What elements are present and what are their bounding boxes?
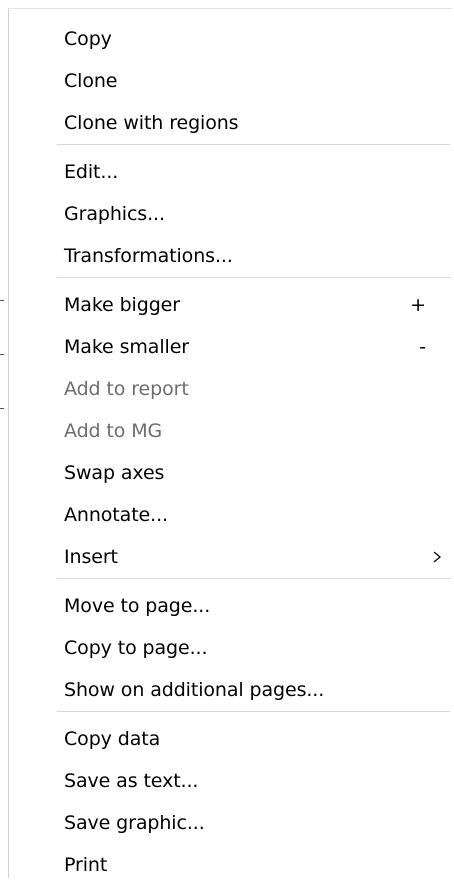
menu-item-transformations[interactable]: Transformations... bbox=[9, 239, 452, 273]
menu-separator bbox=[57, 277, 450, 278]
menu-item-swap-axes[interactable]: Swap axes bbox=[9, 456, 452, 490]
menu-item-make-smaller[interactable]: Make smaller - bbox=[9, 330, 452, 364]
background-edge-mark bbox=[0, 408, 4, 409]
menu-item-label: Save as text... bbox=[64, 770, 199, 792]
menu-item-label: Copy bbox=[64, 28, 112, 50]
menu-item-edit[interactable]: Edit... bbox=[9, 155, 452, 189]
menu-item-label: Graphics... bbox=[64, 203, 165, 225]
menu-item-label: Clone bbox=[64, 70, 118, 92]
menu-item-move-to-page[interactable]: Move to page... bbox=[9, 589, 452, 623]
menu-item-shortcut: + bbox=[410, 294, 426, 316]
menu-item-label: Edit... bbox=[64, 161, 119, 183]
menu-item-save-graphic[interactable]: Save graphic... bbox=[9, 806, 452, 840]
menu-item-label: Transformations... bbox=[64, 245, 233, 267]
menu-item-label: Annotate... bbox=[64, 504, 168, 526]
menu-item-copy[interactable]: Copy bbox=[9, 22, 452, 56]
menu-separator bbox=[57, 711, 450, 712]
menu-item-show-on-additional-pages[interactable]: Show on additional pages... bbox=[9, 673, 452, 707]
menu-item-save-as-text[interactable]: Save as text... bbox=[9, 764, 452, 798]
menu-item-label: Copy to page... bbox=[64, 637, 208, 659]
menu-item-label: Add to report bbox=[64, 378, 189, 400]
menu-item-label: Save graphic... bbox=[64, 812, 205, 834]
menu-item-label: Insert bbox=[64, 546, 118, 568]
menu-item-clone[interactable]: Clone bbox=[9, 64, 452, 98]
menu-item-insert[interactable]: Insert bbox=[9, 540, 452, 574]
background-edge-mark bbox=[0, 354, 4, 355]
menu-item-label: Swap axes bbox=[64, 462, 165, 484]
menu-item-print[interactable]: Print bbox=[9, 848, 452, 882]
menu-item-label: Make bigger bbox=[64, 294, 180, 316]
menu-item-label: Copy data bbox=[64, 728, 161, 750]
menu-item-label: Add to MG bbox=[64, 420, 163, 442]
menu-item-label: Clone with regions bbox=[64, 112, 239, 134]
background-edge-mark bbox=[0, 300, 4, 301]
menu-item-label: Move to page... bbox=[64, 595, 211, 617]
menu-item-shortcut: - bbox=[419, 336, 426, 358]
chevron-right-icon bbox=[433, 551, 442, 563]
menu-separator bbox=[57, 144, 450, 145]
menu-item-graphics[interactable]: Graphics... bbox=[9, 197, 452, 231]
menu-item-label: Show on additional pages... bbox=[64, 679, 325, 701]
menu-item-copy-to-page[interactable]: Copy to page... bbox=[9, 631, 452, 665]
menu-item-label: Make smaller bbox=[64, 336, 189, 358]
menu-item-add-to-mg: Add to MG bbox=[9, 414, 452, 448]
context-menu: Copy Clone Clone with regions Edit... Gr… bbox=[8, 8, 452, 878]
menu-item-label: Print bbox=[64, 854, 108, 876]
menu-item-annotate[interactable]: Annotate... bbox=[9, 498, 452, 532]
menu-item-copy-data[interactable]: Copy data bbox=[9, 722, 452, 756]
menu-item-clone-with-regions[interactable]: Clone with regions bbox=[9, 106, 452, 140]
menu-separator bbox=[57, 578, 450, 579]
menu-item-make-bigger[interactable]: Make bigger + bbox=[9, 288, 452, 322]
menu-item-add-to-report: Add to report bbox=[9, 372, 452, 406]
